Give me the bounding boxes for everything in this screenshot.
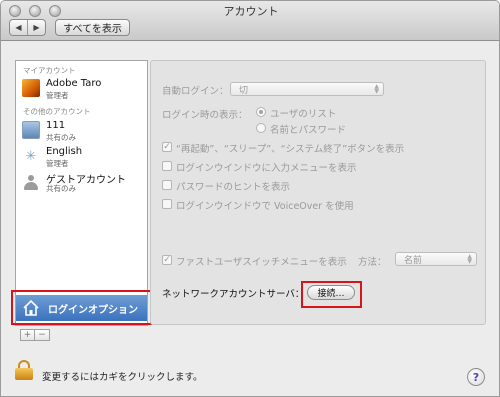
add-account-button[interactable]: + bbox=[20, 329, 35, 341]
forward-icon[interactable]: ▶ bbox=[28, 20, 45, 35]
checkbox-fast-user-switch-label: ファストユーザスイッチメニューを表示 bbox=[176, 257, 347, 268]
account-name: English bbox=[46, 146, 83, 157]
radio-user-list[interactable] bbox=[256, 107, 266, 117]
method-value: 名前 bbox=[404, 255, 423, 266]
radio-name-password-label: 名前とパスワード bbox=[270, 125, 347, 136]
checkbox-fast-user-switch[interactable]: ✓ bbox=[162, 255, 172, 265]
account-item-adobe-taro[interactable]: Adobe Taro 管理者 bbox=[22, 77, 144, 101]
checkbox-input-menu-label: ログインウインドウに入力メニューを表示 bbox=[176, 163, 357, 174]
radio-user-list-label: ユーザのリスト bbox=[270, 109, 337, 120]
method-label: 方法： bbox=[358, 257, 387, 268]
account-name: Adobe Taro bbox=[46, 78, 102, 89]
checkbox-password-hint[interactable] bbox=[162, 180, 172, 190]
popup-arrows-icon: ▲ ▼ bbox=[374, 83, 379, 95]
my-account-header: マイアカウント bbox=[23, 66, 76, 75]
checkbox-password-hint-label: パスワードのヒントを表示 bbox=[176, 182, 291, 193]
dandelion-icon: ✳ bbox=[25, 148, 37, 164]
nav-back-forward: ◀ ▶ bbox=[9, 19, 46, 36]
account-role: 管理者 bbox=[46, 91, 69, 100]
title-bar: アカウント ◀ ▶ すべてを表示 bbox=[1, 1, 499, 41]
auto-login-popup[interactable]: 切 ▲ ▼ bbox=[230, 82, 384, 96]
preferences-window: アカウント ◀ ▶ すべてを表示 マイアカウント Adobe Taro 管理者 … bbox=[0, 0, 500, 397]
display-label: ログイン時の表示： bbox=[162, 110, 248, 121]
checkbox-voiceover[interactable] bbox=[162, 199, 172, 209]
checkbox-show-buttons-label: “再起動”、“スリープ”、“システム終了”ボタンを表示 bbox=[176, 144, 405, 155]
highlight-box-login-options bbox=[11, 290, 152, 325]
network-account-server-label: ネットワークアカウントサーバ： bbox=[162, 289, 305, 300]
guest-user-icon bbox=[22, 172, 40, 190]
other-accounts-header: その他のアカウント bbox=[23, 107, 91, 116]
back-icon[interactable]: ◀ bbox=[10, 20, 28, 35]
method-popup[interactable]: 名前 ▲ ▼ bbox=[395, 252, 477, 266]
add-remove-buttons: + − bbox=[20, 329, 50, 341]
account-item-english[interactable]: ✳ English 管理者 bbox=[22, 145, 144, 169]
window-title: アカウント bbox=[223, 5, 279, 18]
remove-account-button[interactable]: − bbox=[35, 329, 50, 341]
account-role: 管理者 bbox=[46, 159, 69, 168]
highlight-box-connect bbox=[301, 281, 362, 308]
account-name: 111 bbox=[46, 120, 66, 131]
account-item-111[interactable]: 111 共有のみ bbox=[22, 119, 144, 143]
user-picture-icon bbox=[22, 79, 40, 97]
popup-arrows-icon: ▲ ▼ bbox=[467, 253, 472, 265]
help-button[interactable]: ? bbox=[467, 368, 485, 386]
checkbox-input-menu[interactable] bbox=[162, 161, 172, 171]
user-picture-icon bbox=[22, 121, 40, 139]
account-role: 共有のみ bbox=[46, 133, 76, 142]
account-list: マイアカウント Adobe Taro 管理者 その他のアカウント 111 共有の… bbox=[15, 60, 148, 326]
checkbox-voiceover-label: ログインウインドウで VoiceOver を使用 bbox=[176, 201, 354, 212]
lock-icon[interactable] bbox=[15, 360, 33, 380]
auto-login-label: 自動ログイン： bbox=[162, 86, 229, 97]
radio-name-password[interactable] bbox=[256, 123, 266, 133]
checkbox-show-buttons[interactable]: ✓ bbox=[162, 142, 172, 152]
account-role: 共有のみ bbox=[46, 184, 76, 193]
account-item-guest[interactable]: ゲストアカウント 共有のみ bbox=[22, 170, 144, 194]
auto-login-value: 切 bbox=[239, 85, 249, 96]
show-all-button[interactable]: すべてを表示 bbox=[55, 19, 130, 36]
lock-hint-text: 変更するにはカギをクリックします。 bbox=[42, 372, 203, 383]
